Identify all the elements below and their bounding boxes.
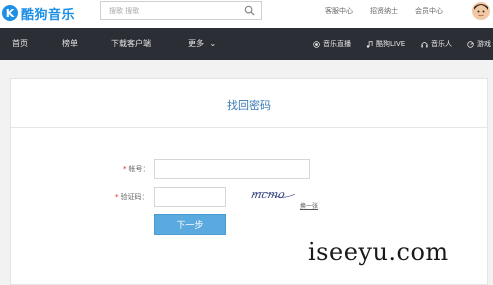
captcha-label-text: 验证码：	[120, 193, 149, 201]
search-icon[interactable]	[244, 5, 255, 16]
vip-center-link[interactable]: 会员中心	[415, 6, 443, 16]
chevron-down-icon: ⌄	[209, 39, 217, 48]
captcha-image[interactable]: mcmo	[251, 186, 297, 202]
nav-more-label: 更多	[188, 39, 204, 48]
page-title: 找回密码	[227, 99, 271, 112]
nav-game-label: 游戏	[477, 40, 491, 48]
nav-download-client[interactable]: 下载客户端	[111, 38, 151, 49]
card-header: 找回密码	[11, 79, 487, 128]
nav-musician-label: 音乐人	[431, 40, 452, 48]
game-icon	[467, 40, 474, 48]
required-mark: *	[115, 193, 119, 201]
required-mark: *	[123, 165, 127, 173]
avatar[interactable]	[472, 2, 490, 20]
music-note-icon	[366, 40, 373, 48]
account-label: * 帐号：	[123, 164, 150, 174]
logo-mark: K	[2, 5, 18, 21]
nav-music-live-label: 音乐直播	[323, 40, 351, 48]
search-box	[100, 1, 262, 20]
customer-service-link[interactable]: 客服中心	[325, 6, 353, 16]
top-header: K 酷狗音乐 客服中心 招贤纳士 会员中心	[0, 0, 493, 28]
headphones-icon	[421, 41, 428, 47]
search-input[interactable]	[101, 2, 241, 19]
refresh-captcha-link[interactable]: 换一张	[300, 201, 318, 210]
nav-kugou-live-label: 酷狗LIVE	[376, 40, 406, 48]
next-step-button[interactable]: 下一步	[154, 214, 226, 235]
account-label-text: 帐号：	[128, 165, 150, 173]
account-field[interactable]	[154, 159, 310, 179]
nav-kugou-live[interactable]: 酷狗LIVE	[366, 39, 405, 49]
main-navbar: 首页 榜单 下载客户端 更多 ⌄ 音乐直播 酷狗LIVE 音乐人 游戏	[0, 28, 493, 60]
logo-text: 酷狗音乐	[21, 7, 76, 23]
avatar-icon	[472, 2, 490, 20]
captcha-text: mcmo	[251, 188, 286, 201]
captcha-field[interactable]	[154, 187, 226, 207]
nav-more[interactable]: 更多 ⌄	[188, 38, 216, 49]
kugou-logo[interactable]: K 酷狗音乐	[2, 3, 75, 23]
nav-home[interactable]: 首页	[12, 38, 28, 49]
nav-game[interactable]: 游戏	[467, 39, 491, 49]
captcha-label: * 验证码：	[115, 192, 149, 202]
nav-charts[interactable]: 榜单	[62, 38, 78, 49]
nav-music-live[interactable]: 音乐直播	[313, 39, 351, 49]
broadcast-icon	[313, 40, 320, 48]
nav-musician[interactable]: 音乐人	[421, 39, 452, 49]
careers-link[interactable]: 招贤纳士	[370, 6, 398, 16]
watermark: iseeyu.com	[308, 238, 449, 266]
